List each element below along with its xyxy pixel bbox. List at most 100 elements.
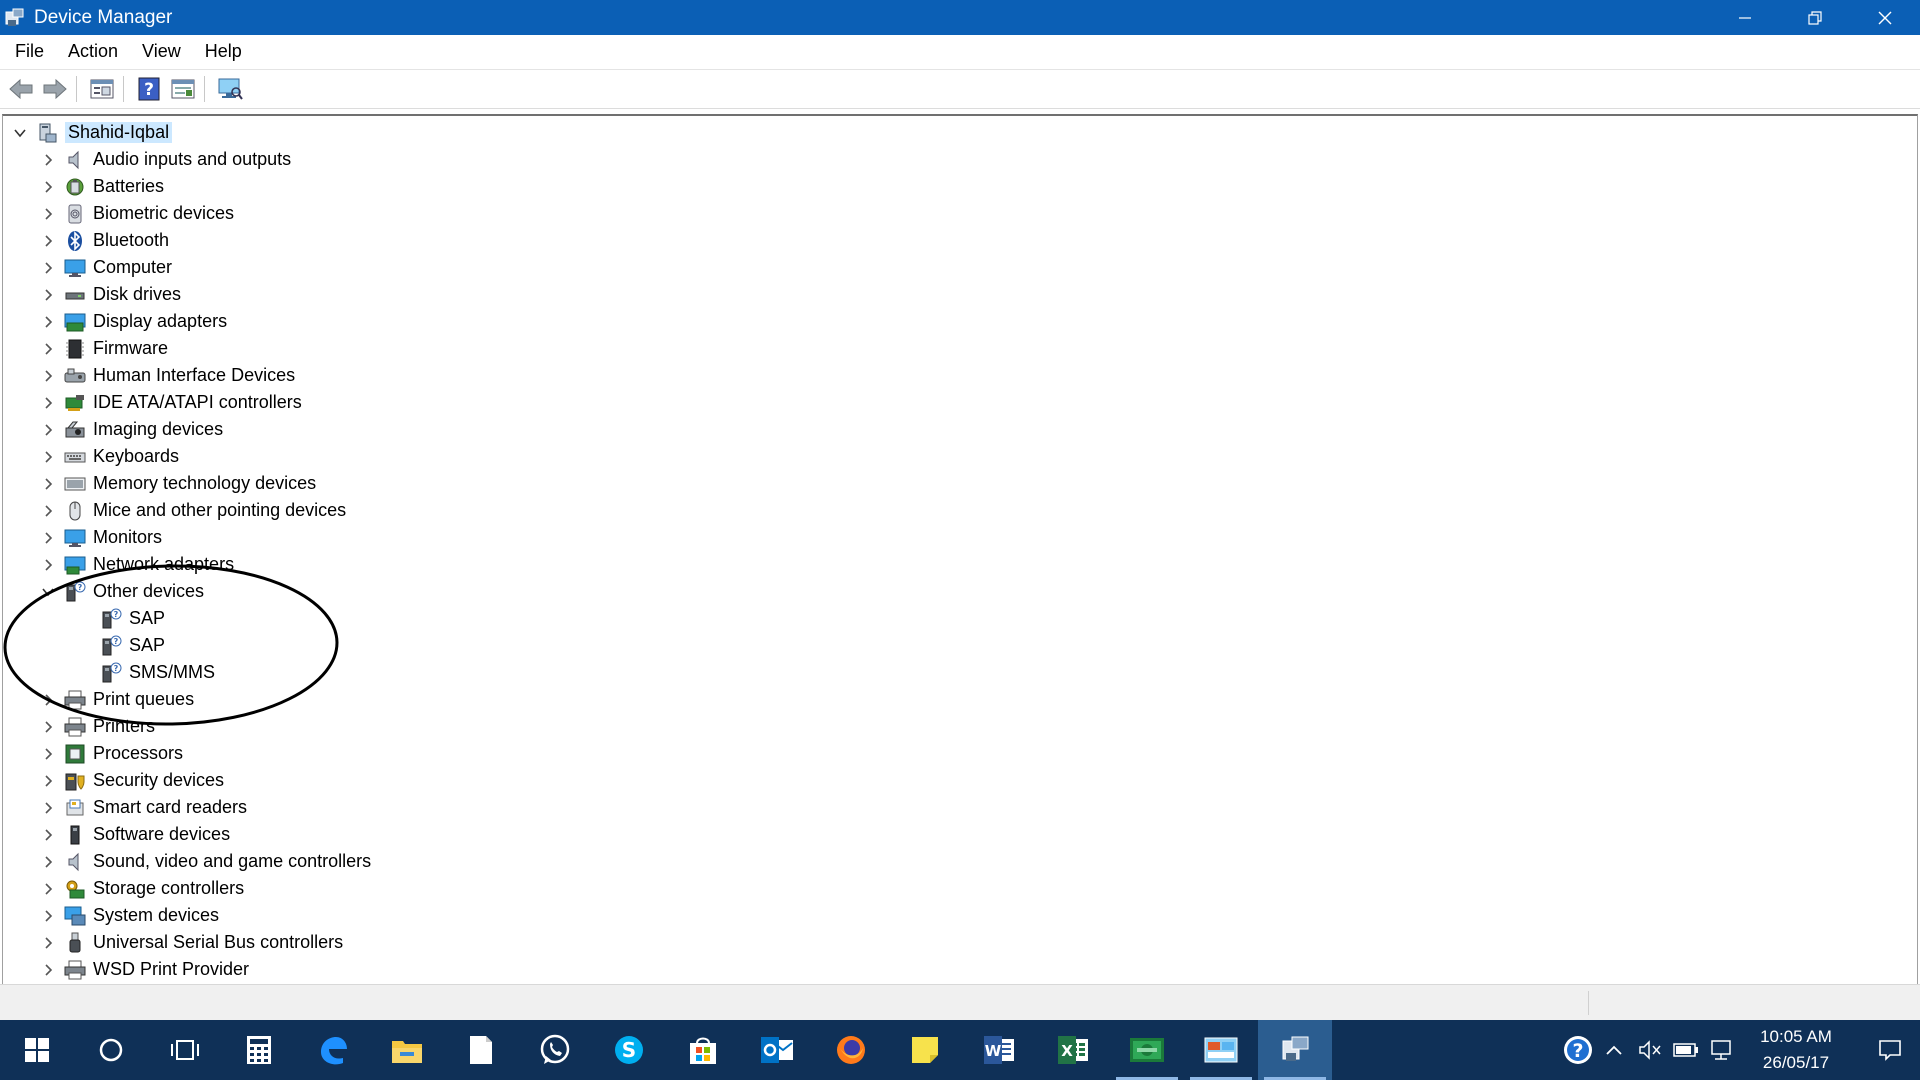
taskbar-outlook[interactable] [740,1020,814,1080]
tree-item-keyboards[interactable]: Keyboards [3,443,1917,470]
device-tree-panel[interactable]: Shahid-Iqbal Audio inputs and outputs Bat… [2,114,1918,985]
cortana-button[interactable] [74,1020,148,1080]
back-button[interactable] [6,74,36,104]
tree-item-software-devices[interactable]: Software devices [3,821,1917,848]
tree-item-audio-inputs-and-outputs[interactable]: Audio inputs and outputs [3,146,1917,173]
tray-volume[interactable] [1632,1020,1668,1080]
scan-hardware-button[interactable] [215,74,245,104]
tree-item-firmware[interactable]: Firmware [3,335,1917,362]
tree-item-memory-technology-devices[interactable]: Memory technology devices [3,470,1917,497]
tree-item-universal-serial-bus-controllers[interactable]: Universal Serial Bus controllers [3,929,1917,956]
chevron-right-icon[interactable] [39,529,57,547]
chevron-right-icon[interactable] [39,691,57,709]
menu-view[interactable]: View [130,35,193,68]
tree-item-other-devices[interactable]: ? Other devices [3,578,1917,605]
tree-item-mice-and-other-pointing-devices[interactable]: Mice and other pointing devices [3,497,1917,524]
chevron-right-icon[interactable] [39,259,57,277]
tree-item-biometric-devices[interactable]: Biometric devices [3,200,1917,227]
chevron-right-icon[interactable] [39,826,57,844]
tree-item-sound-video-and-game-controllers[interactable]: Sound, video and game controllers [3,848,1917,875]
taskbar-firefox[interactable] [814,1020,888,1080]
tree-item-processors[interactable]: Processors [3,740,1917,767]
tree-item-bluetooth[interactable]: Bluetooth [3,227,1917,254]
close-button[interactable] [1850,0,1920,35]
chevron-right-icon[interactable] [39,907,57,925]
taskbar-device-manager[interactable] [1258,1020,1332,1080]
taskbar-edge[interactable] [296,1020,370,1080]
chevron-right-icon[interactable] [39,421,57,439]
taskbar-excel[interactable]: X [1036,1020,1110,1080]
taskbar-skype[interactable]: S [592,1020,666,1080]
tree-child-device[interactable]: ? SMS/MMS [3,659,1917,686]
chevron-right-icon[interactable] [39,178,57,196]
tree-item-printers[interactable]: Printers [3,713,1917,740]
forward-button[interactable] [40,74,70,104]
taskbar-sticky-notes[interactable] [888,1020,962,1080]
tree-item-storage-controllers[interactable]: Storage controllers [3,875,1917,902]
taskbar-money-app[interactable] [1110,1020,1184,1080]
restore-button[interactable] [1780,0,1850,35]
tree-item-display-adapters[interactable]: Display adapters [3,308,1917,335]
menu-file[interactable]: File [0,35,56,68]
chevron-right-icon[interactable] [39,394,57,412]
tree-item-network-adapters[interactable]: Network adapters [3,551,1917,578]
tray-network[interactable] [1704,1020,1740,1080]
task-view-button[interactable] [148,1020,222,1080]
chevron-right-icon[interactable] [39,232,57,250]
tree-item-smart-card-readers[interactable]: Smart card readers [3,794,1917,821]
chevron-down-icon[interactable] [11,124,29,142]
menu-help[interactable]: Help [193,35,254,68]
taskbar-control-panel[interactable] [1184,1020,1258,1080]
menu-action[interactable]: Action [56,35,130,68]
chevron-right-icon[interactable] [39,151,57,169]
update-driver-button[interactable] [168,74,198,104]
tree-item-human-interface-devices[interactable]: Human Interface Devices [3,362,1917,389]
tree-root[interactable]: Shahid-Iqbal [3,119,1917,146]
chevron-right-icon[interactable] [39,367,57,385]
minimize-button[interactable] [1710,0,1780,35]
tree-item-print-queues[interactable]: Print queues [3,686,1917,713]
chevron-right-icon[interactable] [39,772,57,790]
chevron-right-icon[interactable] [39,880,57,898]
chevron-right-icon[interactable] [39,205,57,223]
chevron-right-icon[interactable] [39,961,57,979]
tree-item-disk-drives[interactable]: Disk drives [3,281,1917,308]
start-button[interactable] [0,1020,74,1080]
tree-item-security-devices[interactable]: Security devices [3,767,1917,794]
chevron-right-icon[interactable] [39,313,57,331]
tree-item-ide-ata-atapi-controllers[interactable]: IDE ATA/ATAPI controllers [3,389,1917,416]
chevron-right-icon[interactable] [39,934,57,952]
taskbar-notepad[interactable] [444,1020,518,1080]
taskbar-clock[interactable]: 10:05 AM 26/05/17 [1740,1024,1852,1076]
properties-button[interactable] [87,74,117,104]
tree-item-system-devices[interactable]: System devices [3,902,1917,929]
taskbar-whatsapp[interactable] [518,1020,592,1080]
chevron-down-icon[interactable] [39,583,57,601]
chevron-right-icon[interactable] [39,475,57,493]
tree-item-batteries[interactable]: Batteries [3,173,1917,200]
action-center-button[interactable] [1860,1020,1920,1080]
chevron-right-icon[interactable] [39,799,57,817]
chevron-right-icon[interactable] [39,448,57,466]
tree-child-device[interactable]: ? SAP [3,632,1917,659]
chevron-right-icon[interactable] [39,340,57,358]
tray-show-hidden[interactable] [1596,1020,1632,1080]
taskbar-file-explorer[interactable] [370,1020,444,1080]
tray-battery[interactable] [1668,1020,1704,1080]
tray-help[interactable]: ? [1560,1020,1596,1080]
tree-item-imaging-devices[interactable]: Imaging devices [3,416,1917,443]
tree-child-device[interactable]: ? SAP [3,605,1917,632]
taskbar-store[interactable] [666,1020,740,1080]
taskbar-word[interactable]: W [962,1020,1036,1080]
chevron-right-icon[interactable] [39,853,57,871]
chevron-right-icon[interactable] [39,502,57,520]
chevron-right-icon[interactable] [39,718,57,736]
chevron-right-icon[interactable] [39,745,57,763]
tree-item-wsd-print-provider[interactable]: WSD Print Provider [3,956,1917,983]
tree-item-computer[interactable]: Computer [3,254,1917,281]
tree-item-monitors[interactable]: Monitors [3,524,1917,551]
chevron-right-icon[interactable] [39,286,57,304]
taskbar-calculator[interactable] [222,1020,296,1080]
chevron-right-icon[interactable] [39,556,57,574]
help-button[interactable]: ? [134,74,164,104]
